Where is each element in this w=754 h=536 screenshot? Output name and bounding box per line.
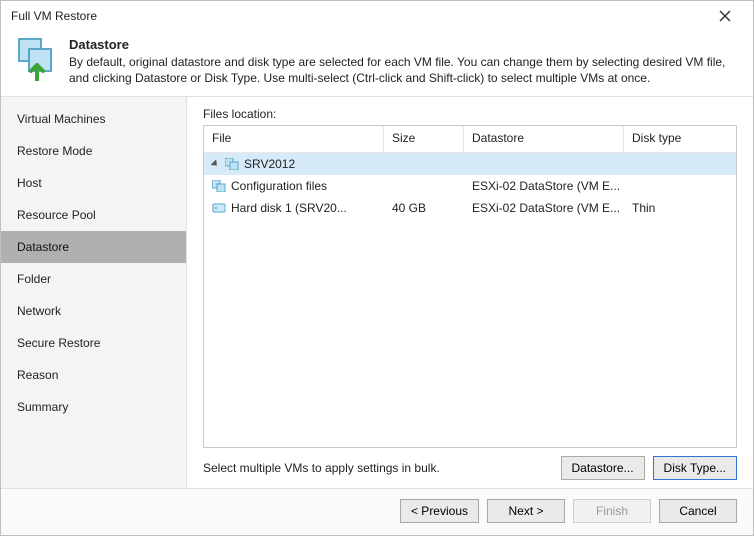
cell-size: 40 GB: [384, 197, 464, 219]
cell-disk-type: [624, 153, 736, 175]
wizard-body: Virtual MachinesRestore ModeHostResource…: [1, 96, 753, 488]
cell-datastore: ESXi-02 DataStore (VM E...: [464, 175, 624, 197]
file-name: SRV2012: [244, 157, 295, 171]
grid-header: File Size Datastore Disk type: [204, 126, 736, 153]
file-name: Configuration files: [231, 179, 327, 193]
wizard-step-heading: Datastore: [69, 37, 739, 52]
cell-disk-type: Thin: [624, 197, 736, 219]
files-location-label: Files location:: [203, 107, 737, 121]
cell-datastore: ESXi-02 DataStore (VM E...: [464, 197, 624, 219]
cell-datastore: [464, 153, 624, 175]
datastore-panel: Files location: File Size Datastore Disk…: [187, 97, 753, 488]
close-button[interactable]: [705, 2, 745, 30]
column-size[interactable]: Size: [384, 126, 464, 152]
sidebar-item-virtual-machines[interactable]: Virtual Machines: [1, 103, 186, 135]
close-icon: [719, 10, 731, 22]
cell-file: Configuration files: [204, 175, 384, 197]
wizard-step-description: By default, original datastore and disk …: [69, 54, 739, 86]
wizard-footer: < Previous Next > Finish Cancel: [1, 488, 753, 535]
sidebar-item-reason[interactable]: Reason: [1, 359, 186, 391]
datastore-button[interactable]: Datastore...: [561, 456, 645, 480]
table-row[interactable]: Configuration files ESXi-02 DataStore (VM…: [204, 175, 736, 197]
finish-button: Finish: [573, 499, 651, 523]
column-disk-type[interactable]: Disk type: [624, 126, 736, 152]
cancel-button[interactable]: Cancel: [659, 499, 737, 523]
table-row[interactable]: Hard disk 1 (SRV20... 40 GBESXi-02 DataSt…: [204, 197, 736, 219]
expand-icon[interactable]: [212, 159, 222, 169]
cell-file: SRV2012: [204, 153, 384, 175]
cell-disk-type: [624, 175, 736, 197]
window-title: Full VM Restore: [11, 9, 705, 23]
titlebar: Full VM Restore: [1, 1, 753, 31]
vm-icon: [225, 158, 239, 170]
disk-icon: [212, 202, 226, 214]
sidebar-item-host[interactable]: Host: [1, 167, 186, 199]
disk-type-button[interactable]: Disk Type...: [653, 456, 737, 480]
table-row[interactable]: SRV2012: [204, 153, 736, 175]
grid-body: SRV2012 Configuration files ESXi-02 DataSt…: [204, 153, 736, 447]
next-button[interactable]: Next >: [487, 499, 565, 523]
files-location-grid[interactable]: File Size Datastore Disk type SRV2012 Con…: [203, 125, 737, 448]
cell-file: Hard disk 1 (SRV20...: [204, 197, 384, 219]
sidebar-item-folder[interactable]: Folder: [1, 263, 186, 295]
wizard-header: Datastore By default, original datastore…: [1, 31, 753, 96]
sidebar-item-secure-restore[interactable]: Secure Restore: [1, 327, 186, 359]
sidebar-item-datastore[interactable]: Datastore: [1, 231, 186, 263]
previous-button[interactable]: < Previous: [400, 499, 479, 523]
file-name: Hard disk 1 (SRV20...: [231, 201, 347, 215]
config-icon: [212, 180, 226, 192]
wizard-step-list: Virtual MachinesRestore ModeHostResource…: [1, 97, 187, 488]
bulk-hint: Select multiple VMs to apply settings in…: [203, 461, 561, 475]
sidebar-item-restore-mode[interactable]: Restore Mode: [1, 135, 186, 167]
cell-size: [384, 175, 464, 197]
sidebar-item-summary[interactable]: Summary: [1, 391, 186, 423]
column-file[interactable]: File: [204, 126, 384, 152]
datastore-wizard-icon: [15, 37, 59, 81]
sidebar-item-resource-pool[interactable]: Resource Pool: [1, 199, 186, 231]
full-vm-restore-window: Full VM Restore Datastore By default, or…: [0, 0, 754, 536]
cell-size: [384, 153, 464, 175]
sidebar-item-network[interactable]: Network: [1, 295, 186, 327]
column-datastore[interactable]: Datastore: [464, 126, 624, 152]
